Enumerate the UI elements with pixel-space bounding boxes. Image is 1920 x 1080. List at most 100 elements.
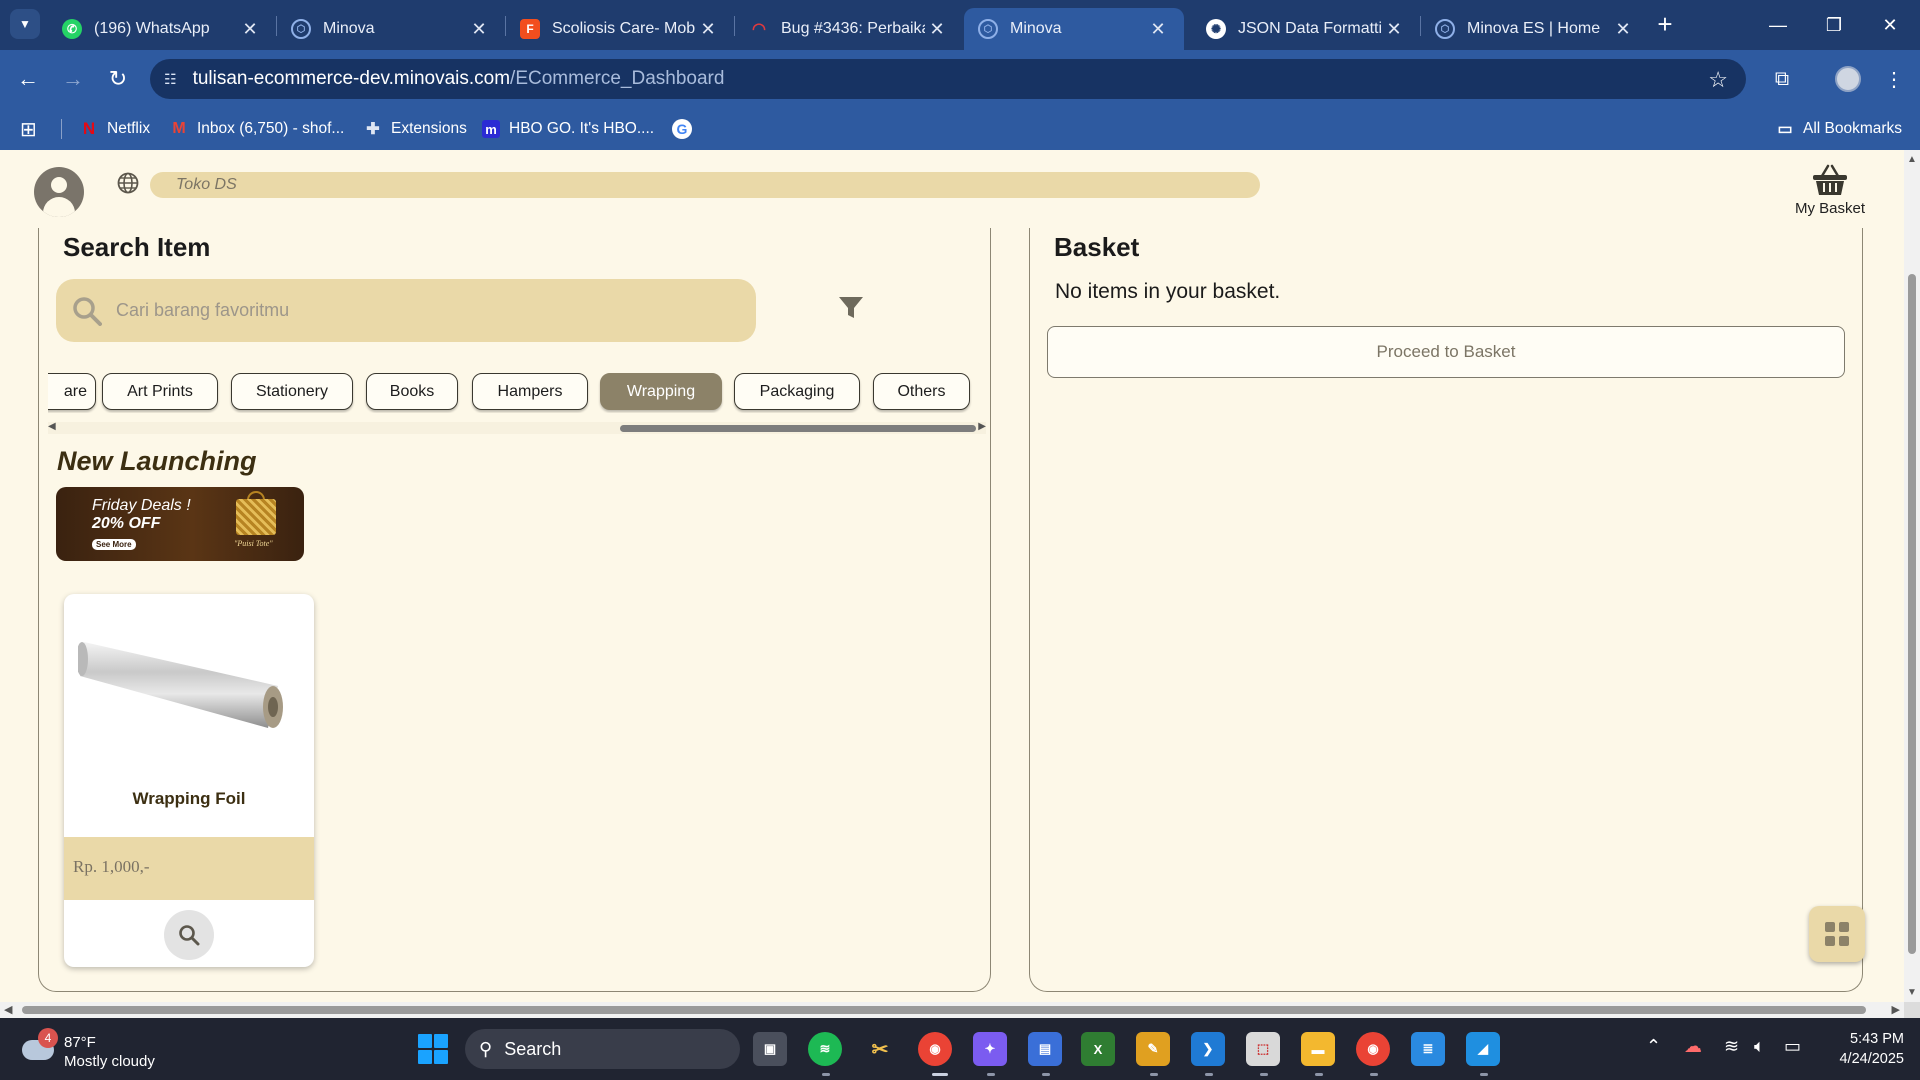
minimize-button[interactable]: — [1750, 0, 1806, 50]
close-icon[interactable]: ✕ [925, 19, 949, 40]
search-input[interactable] [116, 300, 696, 321]
running-indicator [1205, 1073, 1213, 1076]
tab-minova-es[interactable]: ⬡ Minova ES | Home ✕ [1421, 8, 1649, 50]
file-explorer-icon[interactable]: ▬ [1301, 1032, 1335, 1066]
scrollbar-corner [1904, 1002, 1920, 1018]
tab-title: Minova [1010, 20, 1062, 37]
scroll-right-icon[interactable]: ▶ [1892, 1003, 1900, 1016]
search-box[interactable] [56, 279, 756, 342]
filter-icon[interactable] [838, 296, 864, 320]
promo-banner[interactable]: Friday Deals ! 20% OFF See More "Puisi T… [56, 487, 304, 561]
category-chip-others[interactable]: Others [873, 373, 970, 410]
new-tab-button[interactable]: + [1650, 9, 1680, 39]
bookmark-gmail[interactable]: M Inbox (6,750) - shof... [170, 108, 344, 150]
profile-button[interactable] [1830, 61, 1866, 97]
product-price: Rp. 1,000,- [73, 857, 150, 876]
extensions-icon[interactable]: ⧉ [1764, 61, 1800, 97]
my-basket-label: My Basket [1794, 200, 1866, 217]
category-chip-packaging[interactable]: Packaging [734, 373, 860, 410]
forward-button[interactable]: → [55, 61, 91, 97]
battery-icon[interactable]: ▭ [1784, 1036, 1801, 1057]
vscode-icon[interactable]: ❯ [1191, 1032, 1225, 1066]
snipping-icon[interactable]: ⬚ [1246, 1032, 1280, 1066]
tab-minova-active[interactable]: ⬡ Minova ✕ [964, 8, 1184, 50]
scrollbar-thumb[interactable] [22, 1006, 1866, 1014]
tab-search-button[interactable]: ▼ [10, 9, 40, 39]
chevron-up-icon[interactable]: ⌃ [1646, 1036, 1661, 1057]
spotify-icon[interactable]: ≋ [808, 1032, 842, 1066]
close-icon[interactable]: ✕ [1382, 19, 1406, 40]
copilot-icon[interactable]: ✦ [973, 1032, 1007, 1066]
site-info-icon[interactable]: ☷ [164, 71, 177, 88]
close-icon[interactable]: ✕ [1146, 19, 1170, 40]
start-button[interactable] [418, 1034, 448, 1064]
close-icon[interactable]: ✕ [467, 19, 491, 40]
back-button[interactable]: ← [10, 61, 46, 97]
banner-see-more[interactable]: See More [92, 539, 136, 550]
category-scrollbar[interactable]: ◀ ▶ [48, 421, 986, 434]
apps-icon[interactable]: ⊞ [20, 108, 37, 150]
basket-empty-message: No items in your basket. [1055, 280, 1281, 303]
menu-grid-button[interactable] [1809, 906, 1865, 962]
volume-icon[interactable]: 🔈︎ [1754, 1036, 1765, 1057]
all-bookmarks[interactable]: ▭ All Bookmarks [1776, 108, 1902, 150]
close-icon[interactable]: ✕ [238, 19, 262, 40]
taskbar-search[interactable]: ⚲ Search [465, 1029, 740, 1069]
user-avatar[interactable] [34, 167, 84, 217]
category-chip-books[interactable]: Books [366, 373, 458, 410]
excel-icon[interactable]: X [1081, 1032, 1115, 1066]
paint-icon[interactable]: ◢ [1466, 1032, 1500, 1066]
tab-figma[interactable]: F Scoliosis Care- Mobil ✕ [506, 8, 734, 50]
my-basket-button[interactable]: My Basket [1790, 164, 1870, 217]
scroll-left-icon[interactable]: ◀ [4, 1003, 12, 1016]
menu-icon[interactable]: ⋮ [1876, 61, 1912, 97]
proceed-to-basket-button[interactable]: Proceed to Basket [1047, 326, 1845, 378]
chatgpt-icon: ✺ [1206, 19, 1226, 39]
tab-whatsapp[interactable]: ✆ (196) WhatsApp ✕ [48, 8, 276, 50]
snip-tool-icon[interactable]: ✎ [1136, 1032, 1170, 1066]
weather-widget[interactable]: 4 87°F Mostly cloudy [20, 1028, 180, 1072]
scroll-down-icon[interactable]: ▼ [1907, 987, 1917, 998]
bookmark-netflix[interactable]: N Netflix [80, 108, 150, 150]
close-window-button[interactable]: ✕ [1862, 0, 1918, 50]
category-chip-hampers[interactable]: Hampers [472, 373, 588, 410]
page-vertical-scrollbar[interactable]: ▲ ▼ [1904, 150, 1920, 1002]
wifi-icon[interactable]: ≋ [1724, 1036, 1739, 1057]
scrollbar-thumb[interactable] [1908, 274, 1916, 954]
reload-button[interactable]: ↻ [100, 61, 136, 97]
category-chip-art-prints[interactable]: Art Prints [102, 373, 218, 410]
store-name-bar[interactable]: Toko DS [150, 172, 1260, 198]
onedrive-error-icon[interactable]: ☁ [1684, 1036, 1702, 1057]
new-launching-title: New Launching [57, 446, 257, 476]
chrome-profile-icon[interactable]: ◉ [1356, 1032, 1390, 1066]
notepad-icon[interactable]: ≣ [1411, 1032, 1445, 1066]
close-icon[interactable]: ✕ [1611, 19, 1635, 40]
scroll-left-icon[interactable]: ◀ [48, 421, 56, 432]
price-band: Rp. 1,000,- [64, 837, 314, 900]
chrome-icon[interactable]: ◉ [918, 1032, 952, 1066]
remote-desktop-icon[interactable]: ▤ [1028, 1032, 1062, 1066]
close-icon[interactable]: ✕ [696, 19, 720, 40]
page-horizontal-scrollbar[interactable]: ◀ ▶ [0, 1002, 1904, 1018]
globe-icon[interactable] [117, 172, 139, 194]
restore-button[interactable]: ❐ [1806, 0, 1862, 50]
bookmark-google[interactable]: G [672, 108, 701, 150]
scroll-right-icon[interactable]: ▶ [978, 421, 986, 432]
tab-minova[interactable]: ⬡ Minova ✕ [277, 8, 505, 50]
view-product-button[interactable] [164, 910, 214, 960]
category-chip-wrapping[interactable]: Wrapping [600, 373, 722, 410]
system-clock[interactable]: 5:43 PM 4/24/2025 [1818, 1029, 1904, 1069]
bookmark-hbo[interactable]: m HBO GO. It's HBO.... [482, 108, 654, 150]
scrollbar-thumb[interactable] [620, 425, 976, 432]
scroll-up-icon[interactable]: ▲ [1907, 154, 1917, 165]
category-chip-stationery[interactable]: Stationery [231, 373, 353, 410]
task-view-icon[interactable]: ▣ [753, 1032, 787, 1066]
tab-json[interactable]: ✺ JSON Data Formattin ✕ [1192, 8, 1420, 50]
category-chip[interactable]: are [48, 373, 96, 410]
product-card[interactable]: Wrapping Foil Rp. 1,000,- [64, 594, 314, 967]
tools-icon[interactable]: ✂ [863, 1032, 897, 1066]
tab-bug[interactable]: ◠ Bug #3436: Perbaikan ✕ [735, 8, 963, 50]
bookmark-extensions[interactable]: ✚ Extensions [364, 108, 467, 150]
bookmark-star-icon[interactable]: ☆ [1708, 67, 1728, 93]
address-bar[interactable]: ☷ tulisan-ecommerce-dev.minovais.com/ECo… [150, 59, 1746, 99]
